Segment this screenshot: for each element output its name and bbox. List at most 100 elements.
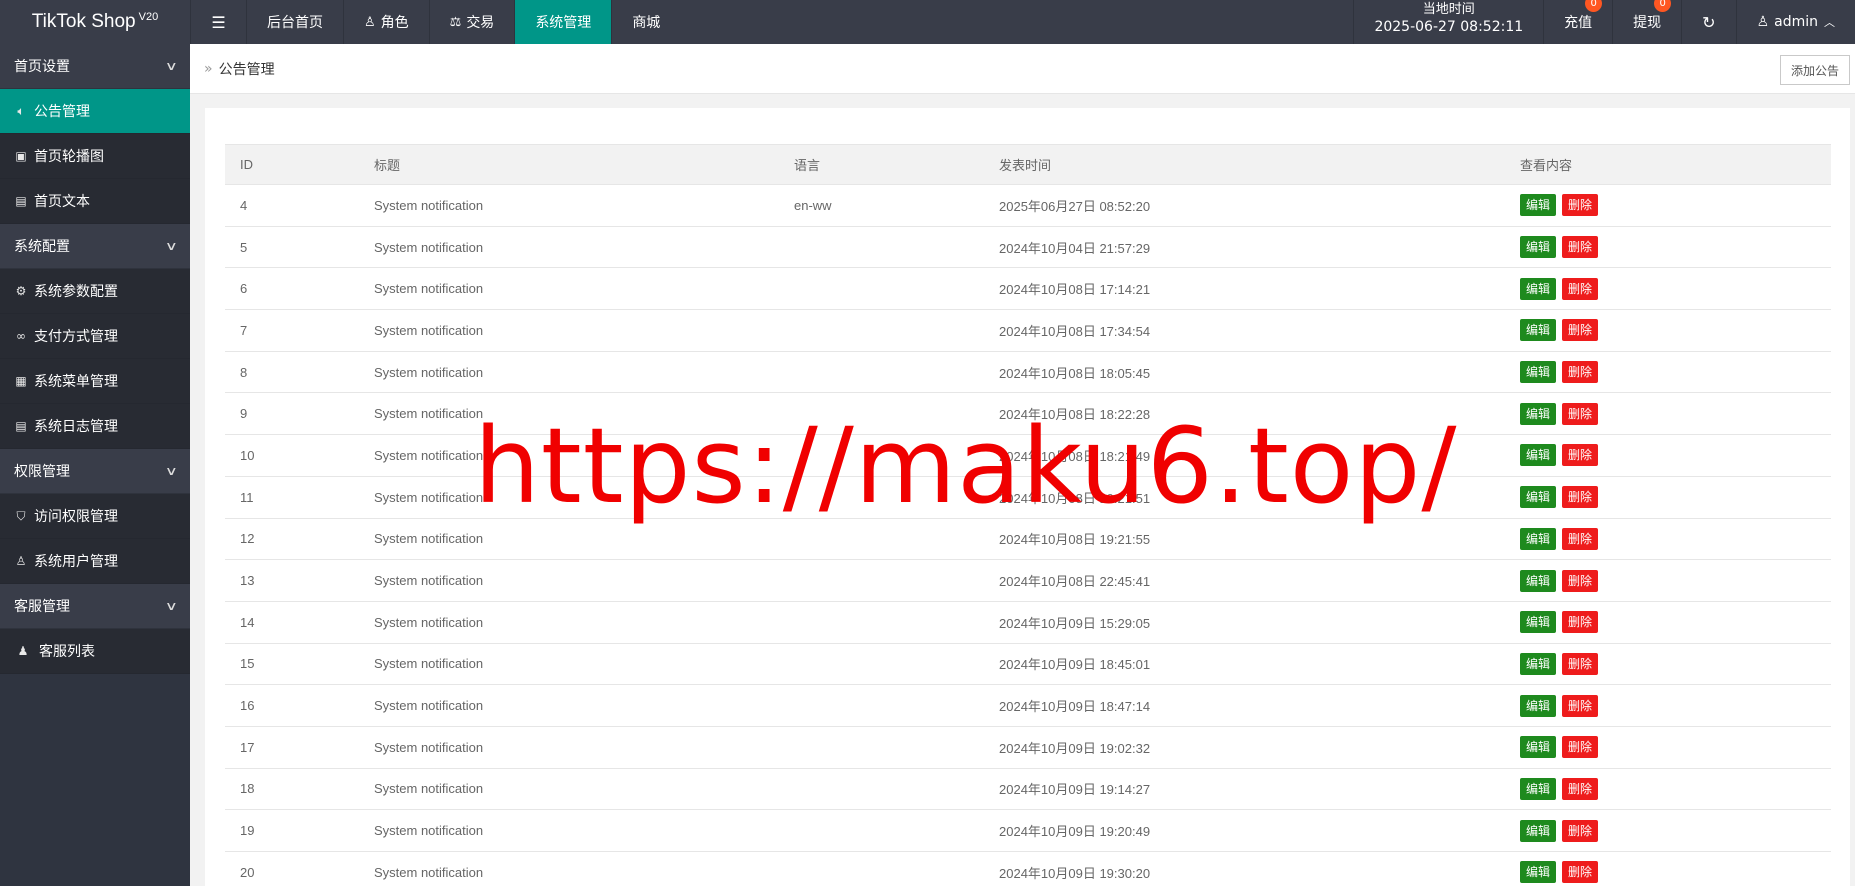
edit-button[interactable]: 编辑 bbox=[1520, 319, 1557, 342]
delete-button[interactable]: 删除 bbox=[1562, 319, 1599, 342]
cell-actions: 编辑 删除 bbox=[1505, 392, 1831, 436]
delete-button[interactable]: 删除 bbox=[1562, 611, 1599, 634]
cell-publish-time: 2024年10月04日 21:57:29 bbox=[984, 226, 1505, 269]
sidebar-group-label: 客服管理 bbox=[14, 599, 70, 615]
sidebar-item-label: 首页轮播图 bbox=[34, 149, 104, 165]
delete-button[interactable]: 删除 bbox=[1562, 861, 1599, 884]
table-row: 15 System notification 2024年10月09日 18:45:0… bbox=[225, 643, 1831, 686]
delete-button[interactable]: 删除 bbox=[1562, 402, 1599, 425]
table-row: 9 System notification 2024年10月08日 18:22:28… bbox=[225, 392, 1831, 436]
withdraw-button[interactable]: 提现 0 bbox=[1612, 0, 1681, 44]
user-menu[interactable]: ♙ admin ︿ bbox=[1735, 0, 1855, 44]
sidebar-item-label: 支付方式管理 bbox=[34, 329, 118, 345]
cell-actions: 编辑 删除 bbox=[1505, 851, 1831, 886]
sidebar-item-cs-list[interactable]: ♟ 客服列表 bbox=[0, 629, 190, 674]
sidebar-item-system-logs[interactable]: ▤ 系统日志管理 bbox=[0, 404, 190, 449]
edit-button[interactable]: 编辑 bbox=[1520, 569, 1557, 592]
delete-button[interactable]: 删除 bbox=[1562, 777, 1599, 800]
delete-button[interactable]: 删除 bbox=[1562, 444, 1599, 467]
table-row: 19 System notification 2024年10月09日 19:20:4… bbox=[225, 809, 1831, 852]
table-row: 16 System notification 2024年10月09日 18:47:1… bbox=[225, 684, 1831, 727]
sidebar-item-system-params[interactable]: ⚙ 系统参数配置 bbox=[0, 269, 190, 314]
edit-button[interactable]: 编辑 bbox=[1520, 277, 1557, 300]
menu-toggle-button[interactable]: ☰ bbox=[190, 0, 246, 44]
table-row: 18 System notification 2024年10月09日 19:14:2… bbox=[225, 768, 1831, 811]
edit-button[interactable]: 编辑 bbox=[1520, 777, 1557, 800]
sidebar-item-home-text[interactable]: ▤ 首页文本 bbox=[0, 179, 190, 224]
edit-button[interactable]: 编辑 bbox=[1520, 652, 1557, 675]
nav-trade[interactable]: ⚖ 交易 bbox=[428, 0, 515, 44]
cell-publish-time: 2024年10月08日 18:22:28 bbox=[984, 392, 1505, 436]
cell-language bbox=[779, 726, 984, 769]
edit-button[interactable]: 编辑 bbox=[1520, 236, 1557, 259]
sidebar-item-system-users[interactable]: ♙ 系统用户管理 bbox=[0, 539, 190, 584]
cell-publish-time: 2024年10月08日 17:34:54 bbox=[984, 309, 1505, 352]
delete-button[interactable]: 删除 bbox=[1562, 652, 1599, 675]
edit-button[interactable]: 编辑 bbox=[1520, 736, 1557, 759]
edit-button[interactable]: 编辑 bbox=[1520, 611, 1557, 634]
sidebar-item-announcements[interactable]: 🔈︎ 公告管理 bbox=[0, 89, 190, 134]
table-row: 17 System notification 2024年10月09日 19:02:3… bbox=[225, 726, 1831, 769]
delete-button[interactable]: 删除 bbox=[1562, 819, 1599, 842]
content-panel: ID 标题 语言 发表时间 查看内容 4 System notification e… bbox=[205, 108, 1850, 886]
cell-language bbox=[779, 434, 984, 477]
delete-button[interactable]: 删除 bbox=[1562, 694, 1599, 717]
cell-id: 10 bbox=[225, 434, 359, 477]
nav-trade-label: 交易 bbox=[466, 15, 495, 31]
add-announcement-button[interactable]: 添加公告 bbox=[1779, 55, 1850, 85]
top-bar: TikTok Shop V20 ☰ 后台首页 ♙ 角色 ⚖ 交易 系统管理 商城 当地… bbox=[0, 0, 1855, 44]
table-row: 5 System notification 2024年10月04日 21:57:29… bbox=[225, 226, 1831, 269]
delete-button[interactable]: 删除 bbox=[1562, 736, 1599, 759]
cell-language bbox=[779, 851, 984, 886]
sidebar-group-system-config[interactable]: 系统配置 ∨ bbox=[0, 224, 190, 269]
table-row: 10 System notification 2024年10月08日 18:21:4… bbox=[225, 434, 1831, 477]
sidebar-item-payment-methods[interactable]: ∞ 支付方式管理 bbox=[0, 314, 190, 359]
edit-button[interactable]: 编辑 bbox=[1520, 486, 1557, 509]
sidebar-group-permissions[interactable]: 权限管理 ∨ bbox=[0, 449, 190, 494]
edit-button[interactable]: 编辑 bbox=[1520, 402, 1557, 425]
chevron-down-icon: ∨ bbox=[165, 59, 179, 73]
nav-roles[interactable]: ♙ 角色 bbox=[343, 0, 429, 44]
edit-button[interactable]: 编辑 bbox=[1520, 694, 1557, 717]
cell-id: 6 bbox=[225, 267, 359, 311]
sidebar-group-customer-service[interactable]: 客服管理 ∨ bbox=[0, 584, 190, 629]
edit-button[interactable]: 编辑 bbox=[1520, 819, 1557, 842]
refresh-button[interactable]: ↻ bbox=[1681, 0, 1735, 44]
nav-system[interactable]: 系统管理 bbox=[514, 0, 612, 44]
cell-id: 14 bbox=[225, 601, 359, 644]
delete-button[interactable]: 删除 bbox=[1562, 527, 1599, 550]
sidebar-group-home-settings[interactable]: 首页设置 ∨ bbox=[0, 44, 190, 89]
delete-button[interactable]: 删除 bbox=[1562, 236, 1599, 259]
edit-button[interactable]: 编辑 bbox=[1520, 527, 1557, 550]
cell-language bbox=[779, 809, 984, 852]
app-logo[interactable]: TikTok Shop V20 bbox=[0, 0, 190, 44]
cell-title: System notification bbox=[359, 851, 779, 886]
recharge-button[interactable]: 充值 0 bbox=[1543, 0, 1612, 44]
delete-button[interactable]: 删除 bbox=[1562, 569, 1599, 592]
edit-button[interactable]: 编辑 bbox=[1520, 861, 1557, 884]
cell-title: System notification bbox=[359, 309, 779, 352]
edit-button[interactable]: 编辑 bbox=[1520, 194, 1557, 217]
cell-id: 17 bbox=[225, 726, 359, 769]
cell-language bbox=[779, 476, 984, 519]
edit-button[interactable]: 编辑 bbox=[1520, 361, 1557, 384]
sidebar-item-access-permissions[interactable]: ⛉ 访问权限管理 bbox=[0, 494, 190, 539]
header-language: 语言 bbox=[779, 144, 984, 185]
delete-button[interactable]: 删除 bbox=[1562, 277, 1599, 300]
edit-button[interactable]: 编辑 bbox=[1520, 444, 1557, 467]
delete-button[interactable]: 删除 bbox=[1562, 486, 1599, 509]
cell-language bbox=[779, 643, 984, 686]
sidebar-item-system-menu[interactable]: ▦ 系统菜单管理 bbox=[0, 359, 190, 404]
cell-actions: 编辑 删除 bbox=[1505, 684, 1831, 727]
cell-actions: 编辑 删除 bbox=[1505, 559, 1831, 602]
nav-mall[interactable]: 商城 bbox=[611, 0, 680, 44]
cell-publish-time: 2024年10月09日 15:29:05 bbox=[984, 601, 1505, 644]
delete-button[interactable]: 删除 bbox=[1562, 361, 1599, 384]
cell-id: 15 bbox=[225, 643, 359, 686]
cell-language bbox=[779, 267, 984, 311]
header-title: 标题 bbox=[359, 144, 779, 185]
sidebar-item-carousel[interactable]: ▣ 首页轮播图 bbox=[0, 134, 190, 179]
delete-button[interactable]: 删除 bbox=[1562, 194, 1599, 217]
table-row: 12 System notification 2024年10月08日 19:21:5… bbox=[225, 518, 1831, 561]
nav-home[interactable]: 后台首页 bbox=[246, 0, 343, 44]
